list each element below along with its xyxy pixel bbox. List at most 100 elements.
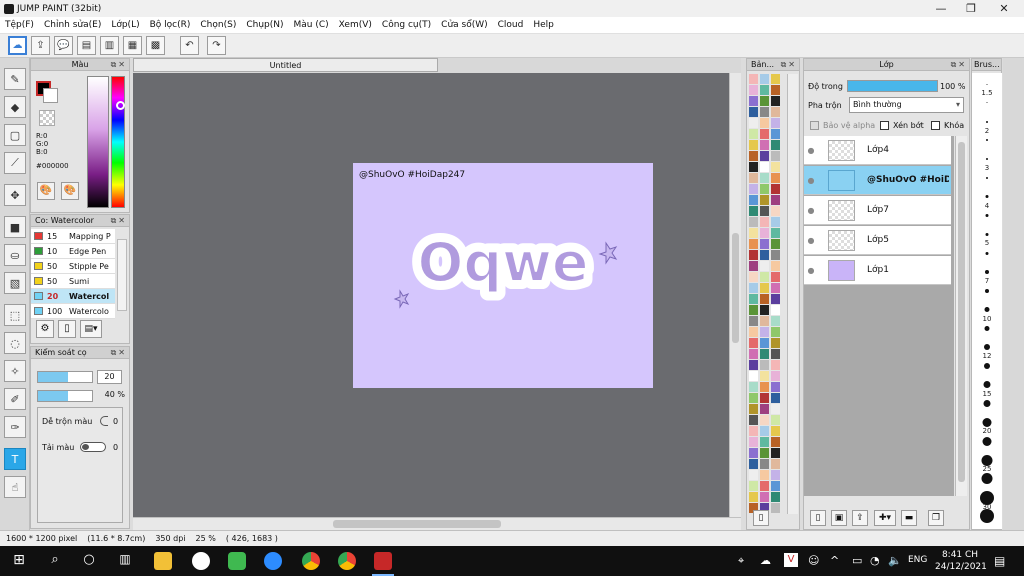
menu-edit[interactable]: Chỉnh sửa(E) bbox=[39, 20, 106, 30]
brush-size-dot[interactable] bbox=[981, 473, 993, 485]
color-swatch[interactable] bbox=[749, 129, 758, 139]
discord-icon[interactable]: ☺ bbox=[808, 554, 819, 567]
color-swatch[interactable] bbox=[760, 96, 769, 106]
color-swatch[interactable] bbox=[749, 459, 758, 469]
color-swatch[interactable] bbox=[771, 228, 780, 238]
brush-size-dot[interactable] bbox=[986, 139, 988, 142]
color-swatch[interactable] bbox=[760, 74, 769, 84]
color-swatch[interactable] bbox=[771, 206, 780, 216]
brush-settings-icon[interactable]: ⚙ bbox=[36, 320, 54, 338]
brush-size-dot[interactable] bbox=[984, 307, 990, 313]
new-raster-layer-icon[interactable]: ▣ bbox=[831, 510, 847, 526]
fill-rect-tool-icon[interactable]: ■ bbox=[4, 216, 26, 238]
brush-size-dot[interactable] bbox=[983, 400, 991, 408]
blend-knob[interactable] bbox=[100, 416, 108, 426]
color-swatch[interactable] bbox=[771, 305, 780, 315]
color-swatch[interactable] bbox=[760, 492, 769, 502]
message-icon[interactable]: ▤ bbox=[77, 36, 96, 55]
color-swatch[interactable] bbox=[749, 338, 758, 348]
scroll-thumb[interactable] bbox=[732, 233, 739, 343]
scroll-thumb[interactable] bbox=[958, 142, 965, 482]
move-tool-icon[interactable]: ✥ bbox=[4, 184, 26, 206]
eraser-tool-icon[interactable]: ◆ bbox=[4, 96, 26, 118]
wifi-icon[interactable]: ◔ bbox=[870, 554, 880, 567]
zalo-icon[interactable] bbox=[192, 552, 210, 570]
color-swatch[interactable] bbox=[771, 481, 780, 491]
cloud-icon[interactable]: ☁ bbox=[8, 36, 27, 55]
color-swatch[interactable] bbox=[760, 206, 769, 216]
color-swatch[interactable] bbox=[749, 294, 758, 304]
size-value-input[interactable]: 20 bbox=[97, 370, 122, 384]
color-swatch[interactable] bbox=[760, 404, 769, 414]
color-swatch[interactable] bbox=[760, 195, 769, 205]
color-swatch[interactable] bbox=[760, 85, 769, 95]
brush-size-dot[interactable] bbox=[981, 454, 993, 466]
task-view-icon[interactable]: ▥ bbox=[116, 552, 134, 570]
color-swatch[interactable] bbox=[771, 492, 780, 502]
color-swatch[interactable] bbox=[771, 470, 780, 480]
color-swatch[interactable] bbox=[749, 393, 758, 403]
color-swatch[interactable] bbox=[771, 437, 780, 447]
color-swatch[interactable] bbox=[771, 118, 780, 128]
palette-icon[interactable]: 🎨 bbox=[37, 182, 55, 200]
new-swatch-icon[interactable]: ▯ bbox=[753, 510, 769, 526]
color-swatch[interactable] bbox=[760, 228, 769, 238]
color-swatch[interactable] bbox=[760, 283, 769, 293]
color-swatch[interactable] bbox=[760, 217, 769, 227]
color-swatch[interactable] bbox=[771, 459, 780, 469]
color-swatch[interactable] bbox=[749, 151, 758, 161]
color-swatch[interactable] bbox=[749, 261, 758, 271]
import-layer-icon[interactable]: ⇪ bbox=[852, 510, 868, 526]
color-swatch[interactable] bbox=[760, 371, 769, 381]
color-swatch[interactable] bbox=[749, 173, 758, 183]
color-swatch[interactable] bbox=[749, 327, 758, 337]
color-swatch[interactable] bbox=[760, 140, 769, 150]
color-swatch[interactable] bbox=[760, 382, 769, 392]
color-swatch[interactable] bbox=[771, 371, 780, 381]
color-swatch[interactable] bbox=[771, 173, 780, 183]
app-green-icon[interactable] bbox=[228, 552, 246, 570]
color-swatch[interactable] bbox=[749, 272, 758, 282]
color-swatch[interactable] bbox=[760, 272, 769, 282]
grid-edit-icon[interactable]: ▩ bbox=[146, 36, 165, 55]
brush-size-dot[interactable] bbox=[986, 158, 988, 161]
color-swatch[interactable] bbox=[749, 349, 758, 359]
color-swatch[interactable] bbox=[771, 184, 780, 194]
background-color-swatch[interactable] bbox=[43, 88, 58, 103]
menu-color[interactable]: Màu (C) bbox=[289, 20, 334, 30]
color-swatch[interactable] bbox=[749, 448, 758, 458]
saturation-picker[interactable] bbox=[87, 76, 109, 208]
color-swatch[interactable] bbox=[771, 360, 780, 370]
brush-size-dot[interactable] bbox=[982, 417, 992, 427]
minimize-button[interactable]: — bbox=[925, 0, 957, 17]
brush-size-dot[interactable] bbox=[985, 195, 989, 199]
menu-window[interactable]: Cửa sổ(W) bbox=[436, 20, 492, 30]
color-swatch[interactable] bbox=[760, 118, 769, 128]
color-swatch[interactable] bbox=[760, 129, 769, 139]
brush-size-dot[interactable] bbox=[986, 177, 988, 179]
color-swatch[interactable] bbox=[771, 448, 780, 458]
color-swatch[interactable] bbox=[749, 382, 758, 392]
comment-icon[interactable]: 💬 bbox=[54, 36, 73, 55]
color-swatch[interactable] bbox=[749, 492, 758, 502]
chrome-icon[interactable] bbox=[302, 552, 320, 570]
layer-opacity-slider[interactable] bbox=[847, 80, 938, 92]
hidden-icons-icon[interactable]: ^ bbox=[830, 554, 839, 567]
color-swatch[interactable] bbox=[771, 239, 780, 249]
clock[interactable]: 8:41 CH 24/12/2021 bbox=[935, 549, 987, 573]
color-swatch[interactable] bbox=[749, 481, 758, 491]
lasso-tool-icon[interactable]: ◌ bbox=[4, 332, 26, 354]
eye-icon[interactable]: ● bbox=[804, 266, 818, 275]
color-swatch[interactable] bbox=[771, 294, 780, 304]
color-swatch[interactable] bbox=[749, 437, 758, 447]
panel-buttons-icon[interactable]: ⧉✕ bbox=[111, 60, 127, 70]
cloud-sync-icon[interactable]: ☁ bbox=[760, 554, 771, 567]
protect-alpha-checkbox[interactable] bbox=[810, 121, 819, 130]
layer-scrollbar[interactable] bbox=[955, 136, 967, 496]
color-swatch[interactable] bbox=[760, 437, 769, 447]
menu-filter[interactable]: Bộ lọc(R) bbox=[145, 20, 196, 30]
pen-tool-icon[interactable]: ✎ bbox=[4, 68, 26, 90]
brush-size-dot[interactable] bbox=[985, 232, 989, 236]
color-swatch[interactable] bbox=[771, 195, 780, 205]
color-swatch[interactable] bbox=[749, 426, 758, 436]
